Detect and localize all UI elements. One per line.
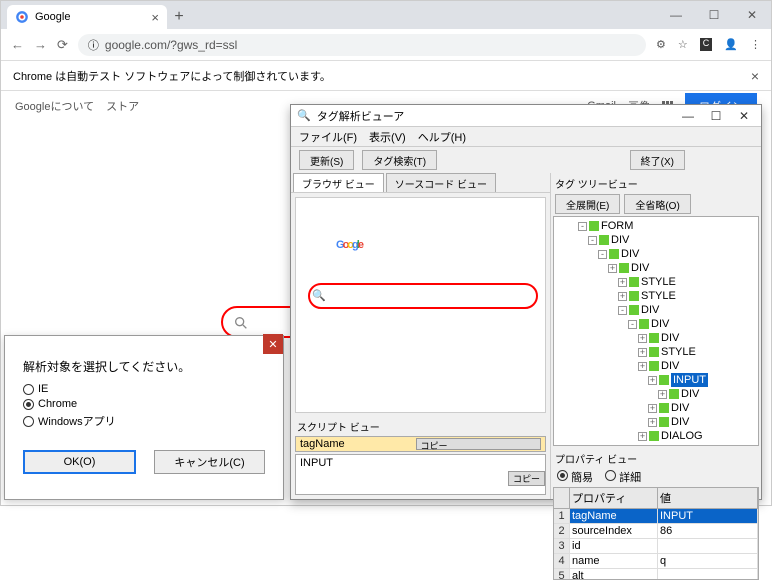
radio-chrome[interactable]: Chrome	[23, 398, 265, 410]
ok-button[interactable]: OK(O)	[23, 450, 136, 474]
tree-node[interactable]: - FORM	[556, 219, 756, 233]
radio-simple[interactable]: 簡易	[557, 469, 593, 485]
url-input[interactable]: ⓘ google.com/?gws_rd=ssl	[78, 34, 646, 56]
search-input-highlight[interactable]	[308, 283, 538, 309]
viewer-right-pane: タグ ツリービュー 全展開(E) 全省略(O) - FORM- DIV- DIV…	[551, 173, 761, 499]
viewer-app-icon: 🔍	[297, 109, 311, 122]
tree-view-label: タグ ツリービュー	[553, 175, 759, 192]
maximize-button[interactable]: ☐	[695, 1, 733, 29]
automation-notice: Chrome は自動テスト ソフトウェアによって制御されています。 ×	[1, 61, 771, 91]
forward-icon[interactable]: →	[34, 37, 47, 52]
tab-title: Google	[35, 11, 145, 23]
tree-node[interactable]: + DIV	[556, 401, 756, 415]
property-row[interactable]: 5alt	[554, 569, 758, 580]
property-row[interactable]: 2sourceIndex86	[554, 524, 758, 539]
menu-view[interactable]: 表示(V)	[369, 129, 406, 145]
script-view: スクリプト ビュー tagNameコピー INPUTコピー	[295, 417, 546, 495]
store-link[interactable]: ストア	[106, 98, 139, 114]
tree-node[interactable]: + DIALOG	[556, 429, 756, 443]
notice-text: Chrome は自動テスト ソフトウェアによって制御されています。	[13, 68, 331, 84]
google-favicon-icon	[15, 10, 29, 24]
tab-browser-view[interactable]: ブラウザ ビュー	[293, 173, 384, 192]
extension-icon[interactable]: C	[700, 38, 713, 51]
tree-node[interactable]: + STYLE	[556, 345, 756, 359]
tag-viewer-window: 🔍 タグ解析ビューア — ☐ ✕ ファイル(F) 表示(V) ヘルプ(H) 更新…	[290, 104, 762, 500]
radio-winapp[interactable]: Windowsアプリ	[23, 413, 265, 429]
copy-button[interactable]: コピー	[508, 471, 545, 486]
script-view-label: スクリプト ビュー	[295, 417, 546, 436]
back-icon[interactable]: ←	[11, 37, 24, 52]
viewer-minimize-button[interactable]: —	[677, 109, 699, 123]
chrome-title-bar: Google × + — ☐ ✕	[1, 1, 771, 29]
radio-detail[interactable]: 詳細	[605, 469, 641, 485]
tab-source-view[interactable]: ソースコード ビュー	[386, 173, 496, 192]
tag-tree[interactable]: - FORM- DIV- DIV+ DIV+ STYLE+ STYLE- DIV…	[553, 216, 759, 446]
tree-node[interactable]: + DIV	[556, 359, 756, 373]
viewer-maximize-button[interactable]: ☐	[705, 109, 727, 123]
about-link[interactable]: Googleについて	[15, 98, 94, 114]
collapse-all-button[interactable]: 全省略(O)	[624, 194, 690, 214]
target-select-dialog: ✕ 解析対象を選択してください。 IE Chrome Windowsアプリ OK…	[4, 335, 284, 500]
tree-node[interactable]: - DIV	[556, 247, 756, 261]
copy-button[interactable]: コピー	[416, 438, 542, 450]
viewer-toolbar: 更新(S) タグ検索(T) 終了(X)	[291, 147, 761, 173]
viewer-title: タグ解析ビューア	[317, 108, 405, 124]
new-tab-button[interactable]: +	[167, 5, 191, 29]
tree-node[interactable]: + DIV	[556, 415, 756, 429]
script-output: INPUTコピー	[295, 454, 546, 495]
viewer-left-pane: ブラウザ ビュー ソースコード ビュー Google 🔍 スクリプト ビュー t…	[291, 173, 551, 499]
notice-close-icon[interactable]: ×	[751, 68, 759, 84]
update-button[interactable]: 更新(S)	[299, 150, 354, 170]
tagsearch-button[interactable]: タグ検索(T)	[362, 150, 437, 170]
tree-node[interactable]: - DIV	[556, 233, 756, 247]
tree-node[interactable]: + DIV	[556, 387, 756, 401]
menu-icon[interactable]: ⋮	[750, 38, 761, 51]
script-input[interactable]: tagNameコピー	[295, 436, 546, 452]
menu-file[interactable]: ファイル(F)	[299, 129, 357, 145]
tree-node[interactable]: - DIV	[556, 317, 756, 331]
browser-tab[interactable]: Google ×	[7, 5, 167, 29]
viewer-menu-bar: ファイル(F) 表示(V) ヘルプ(H)	[291, 127, 761, 147]
property-row[interactable]: 4nameq	[554, 554, 758, 569]
tree-node[interactable]: + INPUT	[556, 373, 756, 387]
profile-icon[interactable]: 👤	[724, 38, 738, 51]
browser-view: Google 🔍	[295, 197, 546, 413]
property-row[interactable]: 1tagNameINPUT	[554, 509, 758, 524]
viewer-title-bar: 🔍 タグ解析ビューア — ☐ ✕	[291, 105, 761, 127]
search-icon	[233, 315, 249, 331]
url-bar: ← → ⟳ ⓘ google.com/?gws_rd=ssl ⚙ ☆ C 👤 ⋮	[1, 29, 771, 61]
settings-icon[interactable]: ⚙	[656, 38, 666, 51]
minimize-button[interactable]: —	[657, 1, 695, 29]
viewer-close-button[interactable]: ✕	[733, 109, 755, 123]
property-view-label: プロパティ ビュー	[553, 450, 759, 467]
close-button[interactable]: ✕	[733, 1, 771, 29]
tab-close-icon[interactable]: ×	[151, 10, 159, 25]
tree-node[interactable]: + DIV	[556, 331, 756, 345]
site-info-icon[interactable]: ⓘ	[88, 37, 99, 53]
url-text: google.com/?gws_rd=ssl	[105, 38, 237, 52]
menu-help[interactable]: ヘルプ(H)	[418, 129, 466, 145]
tree-node[interactable]: + DIV	[556, 261, 756, 275]
property-table: プロパティ値 1tagNameINPUT2sourceIndex863id4na…	[553, 487, 759, 580]
property-row[interactable]: 3id	[554, 539, 758, 554]
dialog-title: 解析対象を選択してください。	[23, 358, 265, 375]
cancel-button[interactable]: キャンセル(C)	[154, 450, 265, 474]
expand-all-button[interactable]: 全展開(E)	[555, 194, 620, 214]
exit-button[interactable]: 終了(X)	[630, 150, 685, 170]
star-icon[interactable]: ☆	[678, 38, 688, 51]
tree-node[interactable]: + STYLE	[556, 289, 756, 303]
dialog-close-button[interactable]: ✕	[263, 334, 283, 354]
radio-ie[interactable]: IE	[23, 383, 265, 395]
tree-node[interactable]: + STYLE	[556, 275, 756, 289]
google-logo: Google	[336, 213, 362, 258]
reload-icon[interactable]: ⟳	[57, 37, 68, 53]
tree-node[interactable]: - DIV	[556, 303, 756, 317]
